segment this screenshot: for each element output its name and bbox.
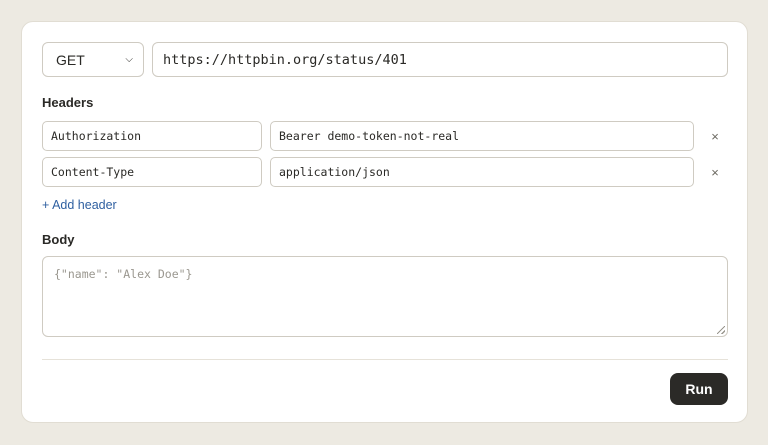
url-value: https://httpbin.org/status/401 bbox=[163, 51, 407, 68]
url-input[interactable]: https://httpbin.org/status/401 bbox=[152, 42, 728, 77]
resize-handle-icon[interactable] bbox=[717, 326, 725, 334]
close-icon: × bbox=[711, 128, 719, 144]
header-row: Authorization Bearer demo-token-not-real… bbox=[42, 121, 728, 151]
header-key-input[interactable]: Content-Type bbox=[42, 157, 262, 187]
remove-header-button[interactable]: × bbox=[706, 121, 724, 151]
header-key-value: Authorization bbox=[51, 129, 142, 143]
request-card: GET ⌵ https://httpbin.org/status/401 Hea… bbox=[21, 21, 748, 423]
header-value-text: application/json bbox=[279, 165, 390, 179]
add-header-button[interactable]: + Add header bbox=[42, 198, 117, 212]
close-icon: × bbox=[711, 164, 719, 180]
body-textarea[interactable]: {"name": "Alex Doe"} bbox=[42, 256, 728, 337]
remove-header-button[interactable]: × bbox=[706, 157, 724, 187]
divider bbox=[42, 359, 728, 360]
header-row: Content-Type application/json × bbox=[42, 157, 728, 187]
run-button[interactable]: Run bbox=[670, 373, 728, 405]
header-key-value: Content-Type bbox=[51, 165, 135, 179]
header-value-input[interactable]: Bearer demo-token-not-real bbox=[270, 121, 694, 151]
method-select[interactable]: GET ⌵ bbox=[42, 42, 144, 77]
headers-label: Headers bbox=[42, 95, 94, 110]
header-value-text: Bearer demo-token-not-real bbox=[279, 129, 460, 143]
body-placeholder: {"name": "Alex Doe"} bbox=[54, 267, 193, 281]
method-value: GET bbox=[56, 51, 85, 68]
header-key-input[interactable]: Authorization bbox=[42, 121, 262, 151]
header-value-input[interactable]: application/json bbox=[270, 157, 694, 187]
body-label: Body bbox=[42, 232, 75, 247]
chevron-down-icon: ⌵ bbox=[125, 54, 133, 65]
